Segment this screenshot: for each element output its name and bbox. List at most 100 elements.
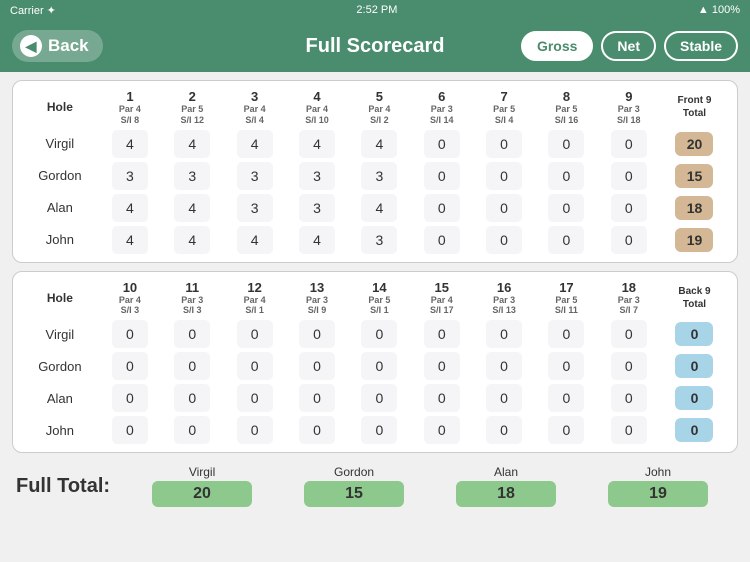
back9-score-0-0[interactable]: 0: [99, 318, 161, 350]
back9-score-2-0[interactable]: 0: [99, 382, 161, 414]
back9-hole-10-header: 10Par 4S/I 3: [99, 278, 161, 319]
back9-score-3-1[interactable]: 0: [161, 414, 223, 446]
back9-score-1-6[interactable]: 0: [473, 350, 535, 382]
back9-score-2-4[interactable]: 0: [348, 382, 410, 414]
footer-player-total-1: 15: [304, 481, 404, 507]
hole-header-label: Hole: [21, 87, 99, 128]
back9-score-2-6[interactable]: 0: [473, 382, 535, 414]
back9-score-0-5[interactable]: 0: [411, 318, 473, 350]
front9-score-1-0[interactable]: 3: [99, 160, 161, 192]
front9-score-3-3[interactable]: 4: [286, 224, 348, 256]
back9-score-0-8[interactable]: 0: [598, 318, 660, 350]
front9-score-3-6[interactable]: 0: [473, 224, 535, 256]
front9-score-3-1[interactable]: 4: [161, 224, 223, 256]
gross-button[interactable]: Gross: [521, 31, 593, 61]
front9-score-1-2[interactable]: 3: [223, 160, 285, 192]
back9-score-2-1[interactable]: 0: [161, 382, 223, 414]
back9-score-1-7[interactable]: 0: [535, 350, 597, 382]
back9-score-3-8[interactable]: 0: [598, 414, 660, 446]
front9-score-0-5[interactable]: 0: [411, 128, 473, 160]
footer-player-name-1: Gordon: [334, 465, 374, 479]
front9-score-2-4[interactable]: 4: [348, 192, 410, 224]
front9-hole-4-header: 4Par 4S/I 10: [286, 87, 348, 128]
front9-score-0-6[interactable]: 0: [473, 128, 535, 160]
back9-score-0-1[interactable]: 0: [161, 318, 223, 350]
front9-table: Hole 1Par 4S/I 8 2Par 5S/I 12 3Par 4S/I …: [21, 87, 729, 256]
back9-score-1-2[interactable]: 0: [223, 350, 285, 382]
back9-player-row-3: John0000000000: [21, 414, 729, 446]
front9-score-1-1[interactable]: 3: [161, 160, 223, 192]
back9-score-3-5[interactable]: 0: [411, 414, 473, 446]
front9-score-3-7[interactable]: 0: [535, 224, 597, 256]
back9-score-0-6[interactable]: 0: [473, 318, 535, 350]
front9-score-1-4[interactable]: 3: [348, 160, 410, 192]
front9-score-2-3[interactable]: 3: [286, 192, 348, 224]
front9-score-1-6[interactable]: 0: [473, 160, 535, 192]
back9-player-name-2: Alan: [21, 382, 99, 414]
back9-score-1-4[interactable]: 0: [348, 350, 410, 382]
footer-player-1: Gordon 15: [278, 465, 430, 507]
stable-button[interactable]: Stable: [664, 31, 738, 61]
front9-player-name-3: John: [21, 224, 99, 256]
front9-player-name-2: Alan: [21, 192, 99, 224]
back9-score-1-0[interactable]: 0: [99, 350, 161, 382]
front9-score-0-3[interactable]: 4: [286, 128, 348, 160]
back9-score-0-7[interactable]: 0: [535, 318, 597, 350]
back-button[interactable]: ◀ Back: [12, 30, 103, 62]
front9-score-1-8[interactable]: 0: [598, 160, 660, 192]
front9-score-2-7[interactable]: 0: [535, 192, 597, 224]
back9-score-0-2[interactable]: 0: [223, 318, 285, 350]
front9-score-1-3[interactable]: 3: [286, 160, 348, 192]
battery-label: ▲ 100%: [698, 4, 740, 16]
front9-score-3-4[interactable]: 3: [348, 224, 410, 256]
front9-score-3-5[interactable]: 0: [411, 224, 473, 256]
front9-score-2-6[interactable]: 0: [473, 192, 535, 224]
back9-score-2-7[interactable]: 0: [535, 382, 597, 414]
back9-hole-17-header: 17Par 5S/I 11: [535, 278, 597, 319]
back9-player-name-1: Gordon: [21, 350, 99, 382]
front9-score-3-0[interactable]: 4: [99, 224, 161, 256]
back9-score-1-8[interactable]: 0: [598, 350, 660, 382]
front9-hole-7-header: 7Par 5S/I 4: [473, 87, 535, 128]
front9-score-0-8[interactable]: 0: [598, 128, 660, 160]
net-button[interactable]: Net: [601, 31, 656, 61]
front9-score-2-5[interactable]: 0: [411, 192, 473, 224]
back9-score-0-4[interactable]: 0: [348, 318, 410, 350]
front9-score-2-8[interactable]: 0: [598, 192, 660, 224]
back9-score-2-2[interactable]: 0: [223, 382, 285, 414]
front9-score-1-5[interactable]: 0: [411, 160, 473, 192]
back9-player-row-0: Virgil0000000000: [21, 318, 729, 350]
back9-score-2-8[interactable]: 0: [598, 382, 660, 414]
front9-score-2-2[interactable]: 3: [223, 192, 285, 224]
front9-score-2-0[interactable]: 4: [99, 192, 161, 224]
back9-score-1-5[interactable]: 0: [411, 350, 473, 382]
back9-score-3-6[interactable]: 0: [473, 414, 535, 446]
back9-score-3-7[interactable]: 0: [535, 414, 597, 446]
front9-player-row-3: John44443000019: [21, 224, 729, 256]
front9-section: Hole 1Par 4S/I 8 2Par 5S/I 12 3Par 4S/I …: [12, 80, 738, 263]
back9-score-3-4[interactable]: 0: [348, 414, 410, 446]
front9-score-0-7[interactable]: 0: [535, 128, 597, 160]
back9-score-3-2[interactable]: 0: [223, 414, 285, 446]
front9-hole-8-header: 8Par 5S/I 16: [535, 87, 597, 128]
back9-score-3-0[interactable]: 0: [99, 414, 161, 446]
front9-score-0-2[interactable]: 4: [223, 128, 285, 160]
back9-hole-11-header: 11Par 3S/I 3: [161, 278, 223, 319]
back9-score-0-3[interactable]: 0: [286, 318, 348, 350]
front9-score-1-7[interactable]: 0: [535, 160, 597, 192]
back9-score-1-3[interactable]: 0: [286, 350, 348, 382]
back9-score-1-1[interactable]: 0: [161, 350, 223, 382]
front9-score-0-4[interactable]: 4: [348, 128, 410, 160]
back9-score-2-5[interactable]: 0: [411, 382, 473, 414]
front9-score-0-1[interactable]: 4: [161, 128, 223, 160]
footer-player-3: John19: [582, 465, 734, 507]
front9-hole-3-header: 3Par 4S/I 4: [223, 87, 285, 128]
front9-score-3-8[interactable]: 0: [598, 224, 660, 256]
status-bar: Carrier ✦ 2:52 PM ▲ 100%: [0, 0, 750, 20]
front9-score-3-2[interactable]: 4: [223, 224, 285, 256]
front9-score-0-0[interactable]: 4: [99, 128, 161, 160]
front9-score-2-1[interactable]: 4: [161, 192, 223, 224]
back9-score-2-3[interactable]: 0: [286, 382, 348, 414]
page-title: Full Scorecard: [306, 35, 445, 58]
back9-score-3-3[interactable]: 0: [286, 414, 348, 446]
